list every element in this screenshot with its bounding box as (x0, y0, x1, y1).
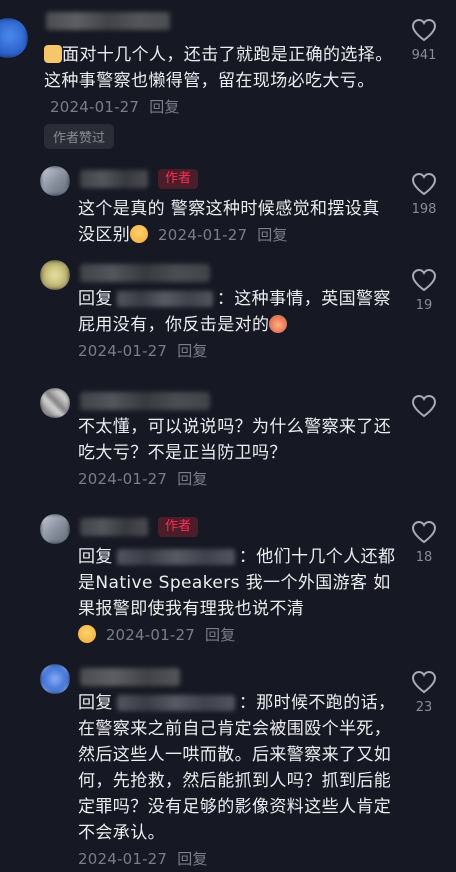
like-button[interactable]: 941 (404, 18, 444, 63)
comment-date: 2024-01-27 (105, 626, 195, 644)
avatar[interactable] (40, 514, 70, 544)
username[interactable] (80, 518, 148, 536)
reply-prefix: 回复 (78, 693, 113, 713)
mentioned-username[interactable] (116, 549, 235, 565)
like-count: 19 (415, 298, 433, 313)
avatar[interactable] (40, 664, 70, 694)
reply-button[interactable]: 回复 (205, 626, 235, 644)
comment-date: 2024-01-27 (158, 226, 248, 244)
reply-button[interactable]: 回复 (257, 226, 287, 244)
comment-body: 回复 ：他们十几个人还都是Native Speakers 我一个外国游客 如果报警… (78, 544, 396, 648)
comment-date: 2024-01-27 (78, 342, 168, 360)
comment-text: 不太懂，可以说说吗？为什么警察来了还吃大亏？不是正当防卫吗？ (78, 417, 392, 463)
like-count: 23 (415, 700, 433, 715)
username[interactable] (80, 668, 180, 686)
comment-date: 2024-01-27 (50, 98, 140, 116)
username[interactable] (80, 392, 210, 410)
comment-body: 不太懂，可以说说吗？为什么警察来了还吃大亏？不是正当防卫吗？ 2024-01-2… (78, 414, 396, 492)
heart-icon (411, 172, 437, 196)
reply-prefix: 回复 (78, 547, 113, 567)
thumbs-up-icon (44, 45, 62, 63)
author-liked-badge: 作者赞过 (44, 124, 115, 149)
username[interactable] (80, 264, 210, 282)
like-button[interactable]: 19 (404, 268, 444, 313)
like-count: 198 (411, 202, 437, 217)
comment-text: ：那时候不跑的话，在警察来之前自己肯定会被围殴个半死，然后这些人一哄而散。后来警… (78, 693, 396, 843)
like-button[interactable] (404, 394, 444, 424)
mentioned-username[interactable] (116, 291, 213, 307)
username[interactable] (46, 12, 170, 30)
peach-face-icon (269, 315, 288, 333)
like-count: 941 (411, 48, 437, 63)
avatar[interactable] (40, 388, 70, 418)
like-count: 18 (415, 550, 433, 565)
mentioned-username[interactable] (116, 695, 235, 711)
reply-button[interactable]: 回复 (177, 470, 207, 488)
comment-body: 回复 ：这种事情，英国警察屁用没有，你反击是对的 2024-01-27 回复 (78, 286, 396, 364)
reply-button[interactable]: 回复 (149, 98, 179, 116)
username[interactable] (80, 170, 148, 188)
comment-body: 这个是真的 警察这种时候感觉和摆设真没区别 2024-01-27 回复 (78, 196, 396, 248)
like-button[interactable]: 23 (404, 670, 444, 715)
comment-date: 2024-01-27 (78, 850, 168, 868)
heart-icon (411, 394, 437, 418)
comment-text: 面对十几个人，还击了就跑是正确的选择。这种事警察也懒得管，留在现场必吃大亏。 (44, 45, 393, 91)
reply-button[interactable]: 回复 (177, 850, 207, 868)
like-button[interactable]: 198 (404, 172, 444, 217)
crying-face-icon (78, 625, 96, 643)
author-tag: 作者 (158, 169, 199, 189)
reply-prefix: 回复 (78, 289, 113, 309)
crying-face-icon (130, 225, 149, 243)
heart-icon (411, 268, 437, 292)
like-button[interactable]: 18 (404, 520, 444, 565)
heart-icon (411, 520, 437, 544)
comment-body: 回复 ：那时候不跑的话，在警察来之前自己肯定会被围殴个半死，然后这些人一哄而散。后… (78, 690, 396, 872)
comment-body: 面对十几个人，还击了就跑是正确的选择。这种事警察也懒得管，留在现场必吃大亏。 2… (44, 42, 394, 120)
heart-icon (411, 670, 437, 694)
reply-button[interactable]: 回复 (177, 342, 207, 360)
avatar[interactable] (0, 18, 28, 58)
avatar[interactable] (40, 166, 70, 196)
avatar[interactable] (40, 260, 70, 290)
comment-date: 2024-01-27 (78, 470, 168, 488)
author-tag: 作者 (158, 517, 199, 537)
heart-icon (411, 18, 437, 42)
